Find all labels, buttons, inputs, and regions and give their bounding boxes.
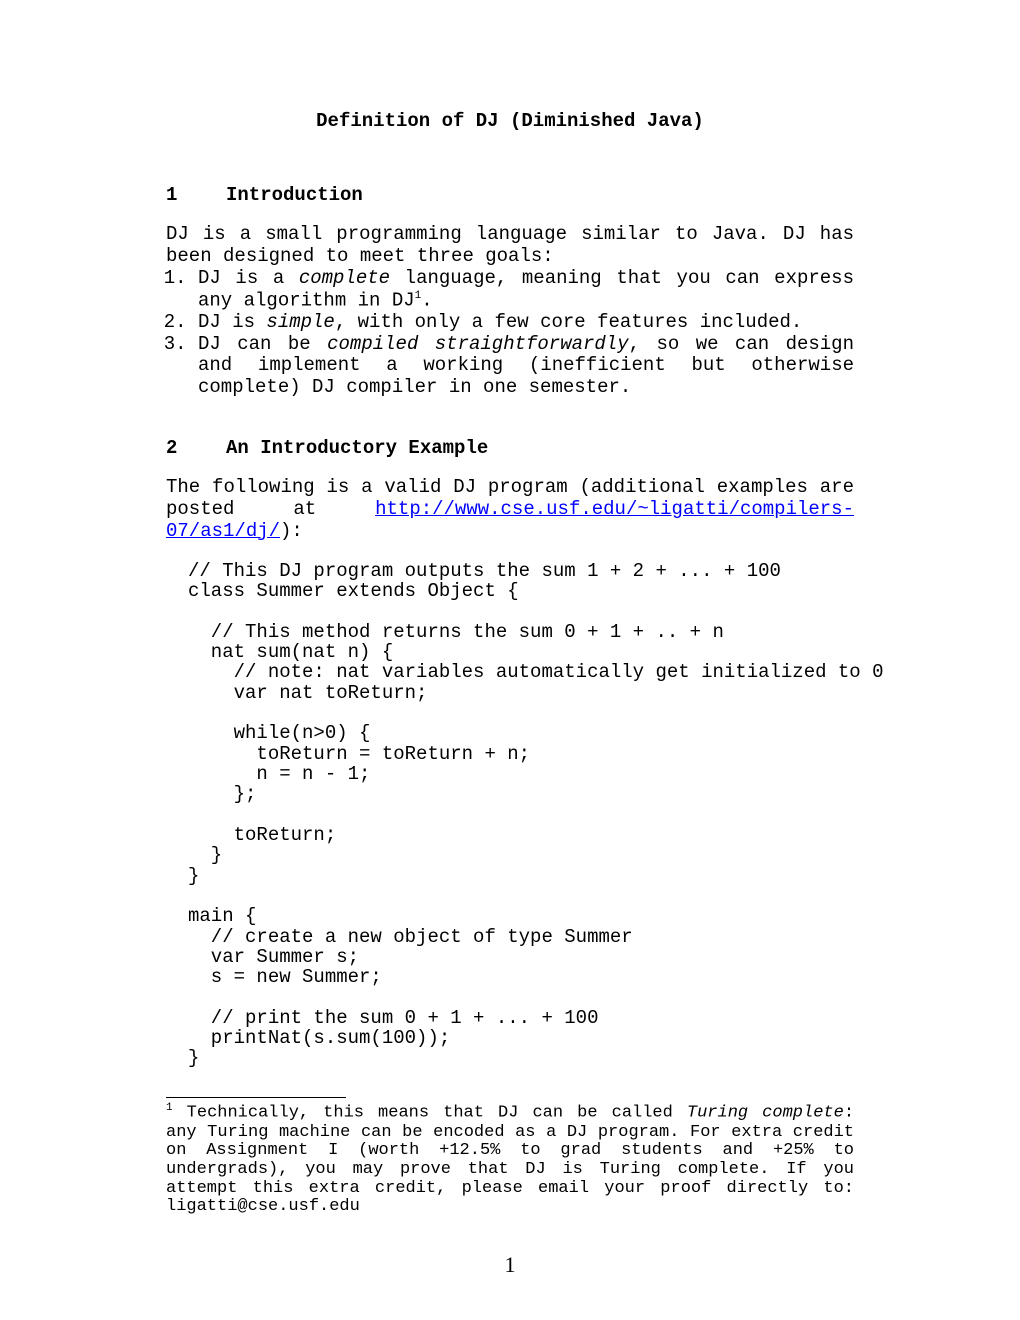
section-number: 1 bbox=[166, 184, 226, 206]
document-title: Definition of DJ (Diminished Java) bbox=[166, 110, 854, 132]
goal-item-2: DJ is simple, with only a few core featu… bbox=[198, 312, 854, 334]
intro-paragraph: DJ is a small programming language simil… bbox=[166, 224, 854, 268]
code-listing: // This DJ program outputs the sum 1 + 2… bbox=[166, 561, 854, 1069]
text-run: ): bbox=[280, 520, 303, 542]
text-run: DJ is a bbox=[198, 267, 299, 289]
italic-keyword-turing: Turing complete bbox=[687, 1104, 844, 1123]
section-number: 2 bbox=[166, 437, 226, 459]
goal-item-1: DJ is a complete language, meaning that … bbox=[198, 268, 854, 312]
text-run: . bbox=[421, 289, 432, 311]
text-run: DJ is bbox=[198, 311, 266, 333]
italic-keyword-simple: simple bbox=[266, 311, 334, 333]
text-run: Technically, this means that DJ can be c… bbox=[173, 1104, 687, 1123]
section-header-2: 2An Introductory Example bbox=[166, 437, 854, 459]
section-header-1: 1Introduction bbox=[166, 184, 854, 206]
example-intro-paragraph: The following is a valid DJ program (add… bbox=[166, 477, 854, 543]
text-run: , with only a few core features included… bbox=[335, 311, 802, 333]
section-heading: An Introductory Example bbox=[226, 437, 488, 459]
italic-keyword-compiled: compiled straightforwardly bbox=[327, 333, 628, 355]
italic-keyword-complete: complete bbox=[299, 267, 390, 289]
text-run: DJ can be bbox=[198, 333, 327, 355]
footnote-1: 1 Technically, this means that DJ can be… bbox=[166, 1102, 854, 1217]
footnote-rule bbox=[166, 1097, 346, 1098]
section-heading: Introduction bbox=[226, 184, 363, 206]
footnotes: 1 Technically, this means that DJ can be… bbox=[166, 1097, 854, 1234]
goals-list: DJ is a complete language, meaning that … bbox=[166, 268, 854, 399]
document-page: Definition of DJ (Diminished Java) 1Intr… bbox=[0, 0, 1020, 1320]
footnote-marker: 1 bbox=[166, 1102, 173, 1114]
goal-item-3: DJ can be compiled straightforwardly, so… bbox=[198, 334, 854, 400]
page-number: 1 bbox=[0, 1252, 1020, 1278]
